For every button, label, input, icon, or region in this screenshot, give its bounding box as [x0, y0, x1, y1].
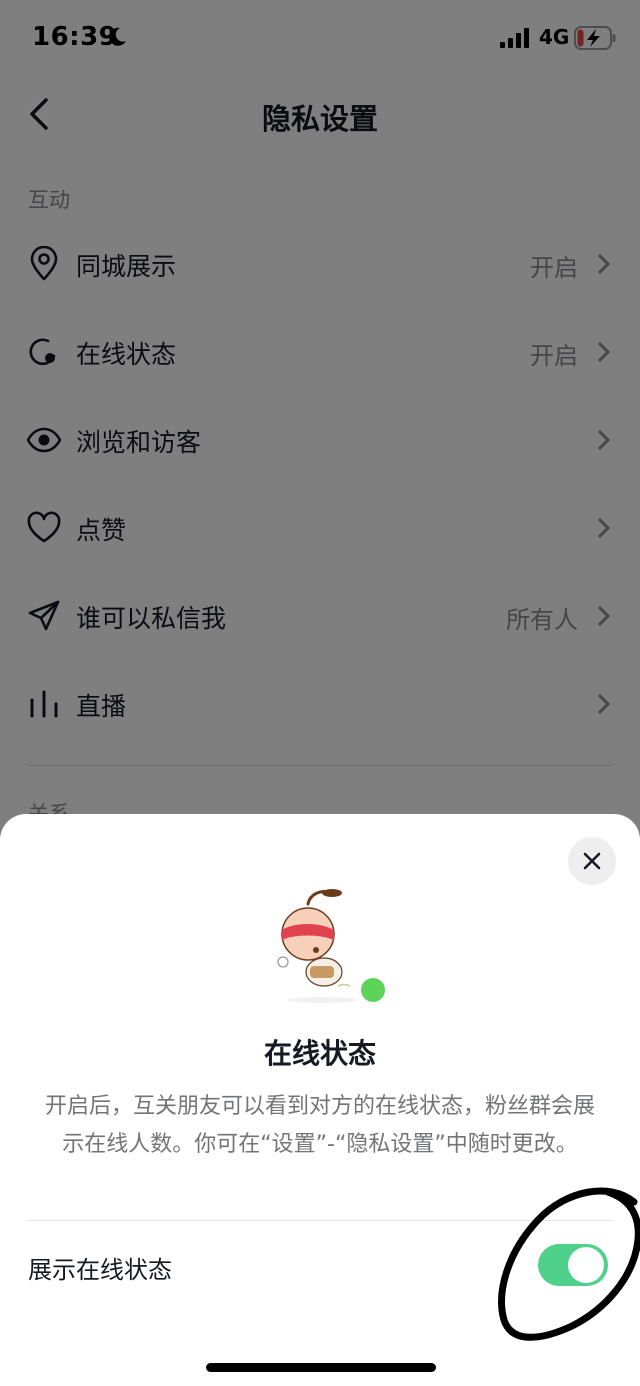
sheet-title: 在线状态 — [263, 1037, 376, 1070]
online-indicator-dot — [358, 975, 388, 1005]
sheet-divider — [28, 1220, 612, 1221]
toggle-knob — [568, 1247, 604, 1283]
close-icon — [583, 852, 601, 870]
home-indicator — [206, 1363, 436, 1372]
privacy-settings-page: 16:39 4G 隐私设置 互动 同城展示 开启 — [0, 0, 640, 1386]
online-status-sheet: 在线状态 开启后，互关朋友可以看到对方的在线状态，粉丝群会展示在线人数。你可在“… — [0, 814, 640, 1386]
sheet-description: 开启后，互关朋友可以看到对方的在线状态，粉丝群会展示在线人数。你可在“设置”-“… — [44, 1094, 595, 1157]
close-button[interactable] — [568, 837, 616, 885]
online-status-toggle[interactable] — [538, 1244, 608, 1286]
toggle-label: 展示在线状态 — [28, 1256, 172, 1284]
